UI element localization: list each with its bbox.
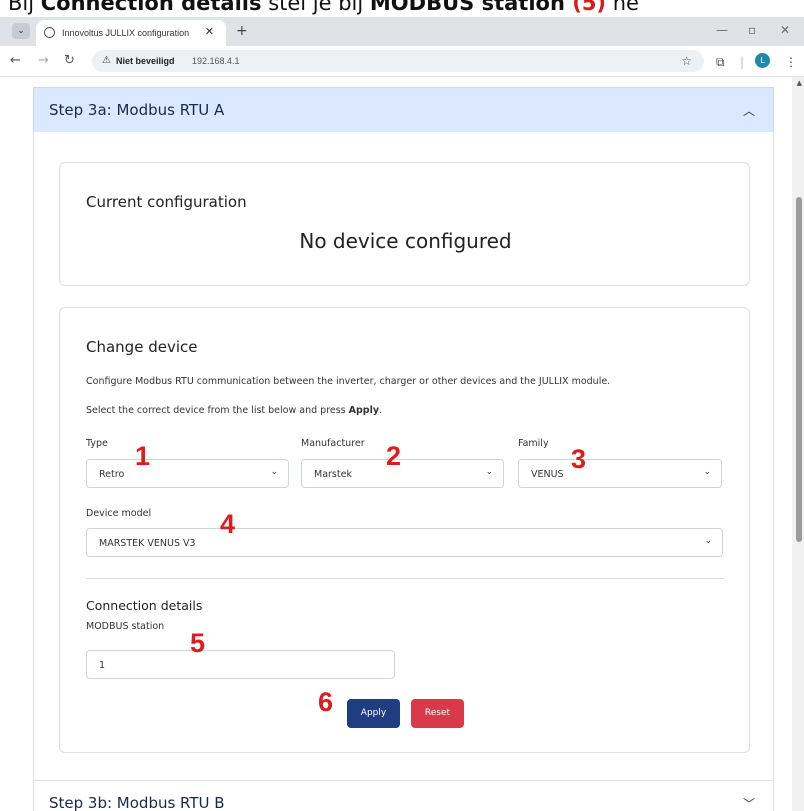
- type-value: Retro: [99, 469, 125, 480]
- connection-details-title: Connection details: [86, 598, 203, 613]
- chevron-down-icon[interactable]: ﹀: [743, 795, 755, 811]
- chevron-down-icon: ⌄: [704, 536, 712, 546]
- step-3b-title: Step 3b: Modbus RTU B: [49, 794, 225, 811]
- chevron-up-icon[interactable]: ︿: [743, 102, 755, 119]
- manufacturer-label: Manufacturer: [301, 438, 365, 449]
- instruction-period: .: [379, 405, 383, 416]
- device-model-label: Device model: [86, 508, 152, 519]
- instruction-apply-word: Apply: [348, 405, 380, 416]
- browser-tab-bar: ⌄ Innovoltus JULLIX configuration ✕ + — …: [0, 17, 804, 46]
- type-label: Type: [86, 438, 108, 449]
- globe-icon: [44, 27, 55, 38]
- current-configuration-card: Current configuration No device configur…: [59, 162, 750, 286]
- change-device-description: Configure Modbus RTU communication betwe…: [86, 376, 611, 387]
- device-model-value: MARSTEK VENUS V3: [99, 538, 196, 549]
- chevron-down-icon: ⌄: [270, 467, 278, 477]
- extensions-icon[interactable]: ⧉: [716, 55, 725, 70]
- instruction-caption: Bij Connection details stel je bij MODBU…: [0, 0, 804, 15]
- bookmark-star-icon[interactable]: ☆: [681, 54, 692, 68]
- browser-tab[interactable]: Innovoltus JULLIX configuration ✕: [36, 20, 226, 46]
- profile-avatar[interactable]: L: [755, 53, 770, 68]
- annotation-5: 5: [190, 628, 206, 658]
- warning-icon[interactable]: ⚠: [102, 55, 111, 66]
- security-label[interactable]: Niet beveiligd: [116, 56, 175, 66]
- forward-icon[interactable]: →: [38, 53, 49, 68]
- modbus-station-input[interactable]: 1: [86, 650, 395, 679]
- caption-modbus-station: MODBUS station: [369, 0, 565, 15]
- close-tab-icon[interactable]: ✕: [205, 25, 214, 38]
- scrollbar-thumb[interactable]: [796, 197, 802, 542]
- chevron-down-icon: ⌄: [703, 467, 711, 477]
- device-model-select[interactable]: MARSTEK VENUS V3 ⌄: [86, 528, 723, 557]
- url-field[interactable]: ⚠ Niet beveiligd 192.168.4.1 ☆: [92, 50, 704, 72]
- modbus-station-value: 1: [99, 660, 106, 671]
- caption-step-number: (5): [564, 0, 607, 15]
- toolbar-divider: |: [740, 55, 745, 69]
- manufacturer-select[interactable]: Marstek ⌄: [301, 459, 504, 488]
- instruction-text: Select the correct device from the list …: [86, 405, 349, 416]
- chevron-down-icon: ⌄: [485, 467, 493, 477]
- tab-title: Innovoltus JULLIX configuration: [62, 28, 190, 38]
- reload-icon[interactable]: ↻: [64, 53, 75, 68]
- tab-search-icon[interactable]: ⌄: [12, 23, 30, 39]
- url-text[interactable]: 192.168.4.1: [192, 56, 240, 66]
- manufacturer-value: Marstek: [314, 469, 352, 480]
- annotation-1: 1: [135, 441, 151, 471]
- browser-menu-icon[interactable]: ⋮: [785, 55, 797, 69]
- modbus-station-label: MODBUS station: [86, 621, 165, 632]
- accordion-step-3b[interactable]: Step 3b: Modbus RTU B ﹀: [33, 780, 774, 811]
- step-3a-title: Step 3a: Modbus RTU A: [49, 101, 225, 119]
- back-icon[interactable]: ←: [10, 53, 21, 68]
- annotation-2: 2: [386, 441, 402, 471]
- apply-button[interactable]: Apply: [347, 699, 400, 728]
- window-close-icon[interactable]: ✕: [780, 23, 790, 37]
- family-value: VENUS: [531, 469, 564, 480]
- change-device-instruction: Select the correct device from the list …: [86, 405, 382, 416]
- reset-button[interactable]: Reset: [411, 699, 464, 728]
- new-tab-icon[interactable]: +: [236, 23, 248, 39]
- annotation-4: 4: [220, 509, 236, 539]
- change-device-title: Change device: [86, 338, 198, 356]
- address-bar: ← → ↻ ⚠ Niet beveiligd 192.168.4.1 ☆ ⧉ |…: [0, 46, 804, 77]
- section-divider: [86, 578, 724, 579]
- scroll-up-icon[interactable]: ▲: [797, 79, 802, 87]
- current-configuration-title: Current configuration: [86, 193, 247, 211]
- annotation-3: 3: [571, 444, 587, 474]
- annotation-6: 6: [318, 687, 334, 717]
- no-device-status: No device configured: [299, 229, 512, 253]
- page-viewport: Step 3a: Modbus RTU A ︿ Current configur…: [0, 77, 804, 811]
- caption-connection-details: Connection details: [40, 0, 262, 15]
- family-select[interactable]: VENUS ⌄: [518, 459, 722, 488]
- accordion-step-3a[interactable]: Step 3a: Modbus RTU A ︿: [33, 87, 774, 133]
- type-select[interactable]: Retro ⌄: [86, 459, 289, 488]
- family-label: Family: [518, 438, 549, 449]
- change-device-card: Change device Configure Modbus RTU commu…: [59, 307, 750, 753]
- caption-suffix: ne: [606, 0, 639, 15]
- caption-prefix: Bij: [8, 0, 41, 15]
- scrollbar[interactable]: ▲: [792, 77, 804, 811]
- minimize-icon[interactable]: —: [716, 23, 728, 37]
- maximize-icon[interactable]: ▫: [748, 23, 756, 37]
- caption-middle: stel je bij: [261, 0, 370, 15]
